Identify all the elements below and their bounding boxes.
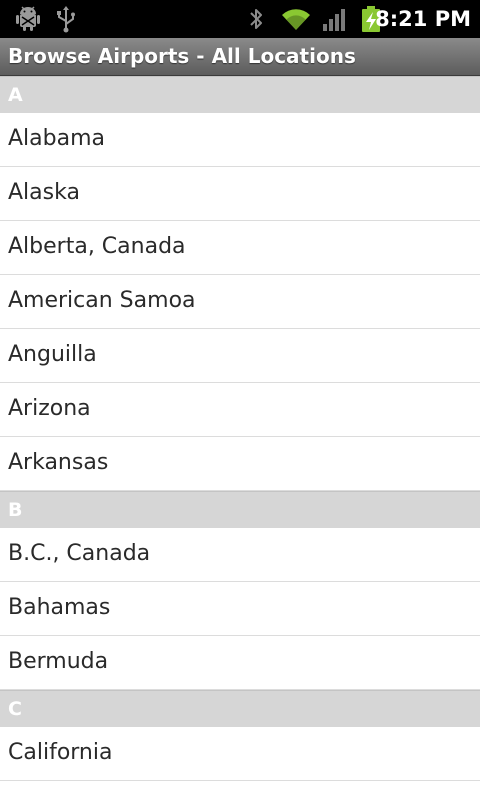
list-item-label: Alabama [8, 126, 106, 151]
list-item-alberta-canada[interactable]: Alberta, Canada [0, 221, 480, 275]
list-item-bc-canada[interactable]: B.C., Canada [0, 528, 480, 582]
list-item-label: Bahamas [8, 595, 111, 620]
section-letter: A [8, 84, 23, 106]
section-header-a: A [0, 76, 480, 113]
section-header-b: B [0, 491, 480, 528]
list-item-label: American Samoa [8, 288, 196, 313]
list-item-label: Anguilla [8, 342, 97, 367]
list-item-label: B.C., Canada [8, 541, 151, 566]
section-header-c: C [0, 690, 480, 727]
list-item-american-samoa[interactable]: American Samoa [0, 275, 480, 329]
list-item-arizona[interactable]: Arizona [0, 383, 480, 437]
page-title: Browse Airports - All Locations [8, 44, 356, 68]
signal-icon [323, 9, 345, 31]
list-item-arkansas[interactable]: Arkansas [0, 437, 480, 491]
list-item-label: Alberta, Canada [8, 234, 186, 259]
list-item-label: Alaska [8, 180, 80, 205]
section-letter: B [8, 499, 23, 521]
list-item-alaska[interactable]: Alaska [0, 167, 480, 221]
list-item-label: Arkansas [8, 450, 109, 475]
list-item-anguilla[interactable]: Anguilla [0, 329, 480, 383]
list-item-label: Arizona [8, 396, 91, 421]
bluetooth-icon [250, 9, 262, 29]
list-item-label: California [8, 740, 113, 765]
section-letter: C [8, 698, 22, 720]
list-item-bermuda[interactable]: Bermuda [0, 636, 480, 690]
usb-icon [57, 6, 75, 33]
android-debug-icon [16, 6, 40, 31]
wifi-icon [282, 9, 310, 30]
title-bar: Browse Airports - All Locations [0, 38, 480, 76]
list-item-bahamas[interactable]: Bahamas [0, 582, 480, 636]
airport-location-list[interactable]: A Alabama Alaska Alberta, Canada America… [0, 76, 480, 781]
status-time: 8:21 PM [375, 7, 471, 31]
list-item-alabama[interactable]: Alabama [0, 113, 480, 167]
list-item-california[interactable]: California [0, 727, 480, 781]
status-bar: 8:21 PM [0, 0, 480, 38]
list-item-label: Bermuda [8, 649, 109, 674]
